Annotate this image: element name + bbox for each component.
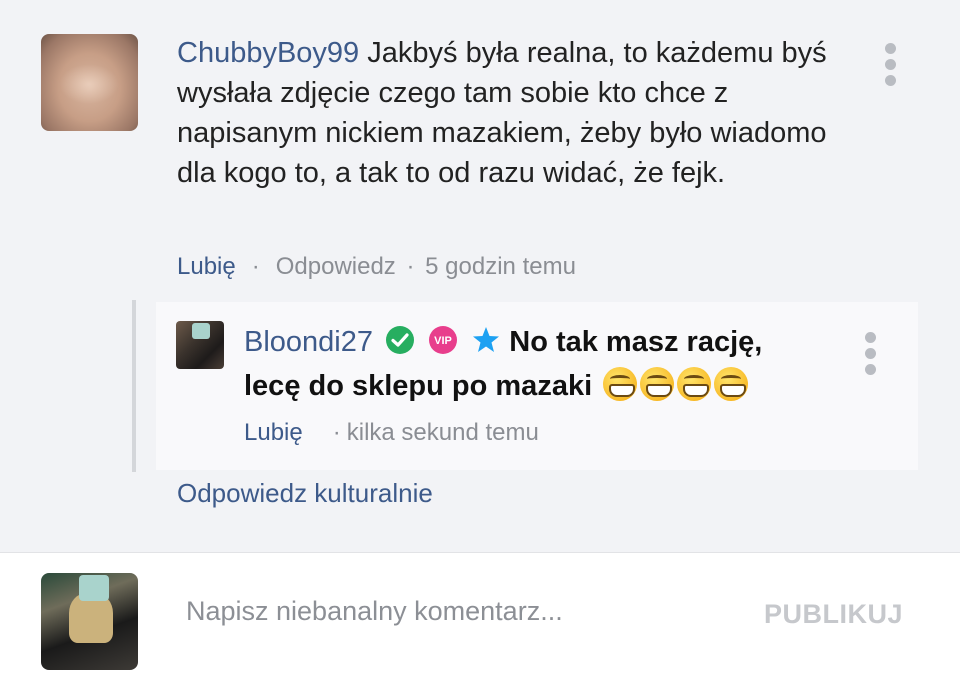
separator-dot: · <box>251 253 260 280</box>
reply-meta: Lubię · kilka sekund temu <box>244 418 539 448</box>
reply-button[interactable]: Odpowiedz <box>276 253 396 280</box>
reply-more-options-icon[interactable] <box>864 332 876 375</box>
emoji-grin-icon <box>640 367 675 401</box>
publish-button[interactable]: PUBLIKUJ <box>764 599 903 630</box>
comment-author[interactable]: ChubbyBoy99 <box>177 37 359 69</box>
reply-author-avatar[interactable] <box>176 321 224 369</box>
comment-more-options-icon[interactable] <box>884 43 896 86</box>
emoji-grin-icon <box>677 367 712 401</box>
comment-input[interactable] <box>186 591 726 631</box>
comment-timestamp: 5 godzin temu <box>425 253 576 280</box>
emoji-grin-icon <box>603 367 638 401</box>
commenter-avatar[interactable] <box>41 34 138 131</box>
separator-dot: · <box>406 253 415 280</box>
reply-like-button[interactable]: Lubię <box>244 419 303 446</box>
reply-thread-line <box>132 300 136 472</box>
star-icon <box>471 325 501 366</box>
reply-author[interactable]: Bloondi27 <box>244 326 373 358</box>
current-user-avatar <box>41 573 138 670</box>
comment-meta: Lubię · Odpowiedz · 5 godzin temu <box>177 252 576 282</box>
reply-timestamp: kilka sekund temu <box>346 419 539 446</box>
vip-badge-icon: VIP <box>427 325 459 366</box>
verified-check-icon <box>385 325 415 366</box>
svg-text:VIP: VIP <box>434 335 452 347</box>
separator-dot: · <box>332 419 341 446</box>
reply-body: Bloondi27 VIP No tak masz rację, lecę do… <box>244 322 824 406</box>
emoji-grin-icon <box>714 367 749 401</box>
comment-composer: PUBLIKUJ <box>0 552 960 695</box>
reply-thread-link[interactable]: Odpowiedz kulturalnie <box>177 477 433 509</box>
comment-body: ChubbyBoy99 Jakbyś była realna, to każde… <box>177 33 837 193</box>
like-button[interactable]: Lubię <box>177 253 236 280</box>
